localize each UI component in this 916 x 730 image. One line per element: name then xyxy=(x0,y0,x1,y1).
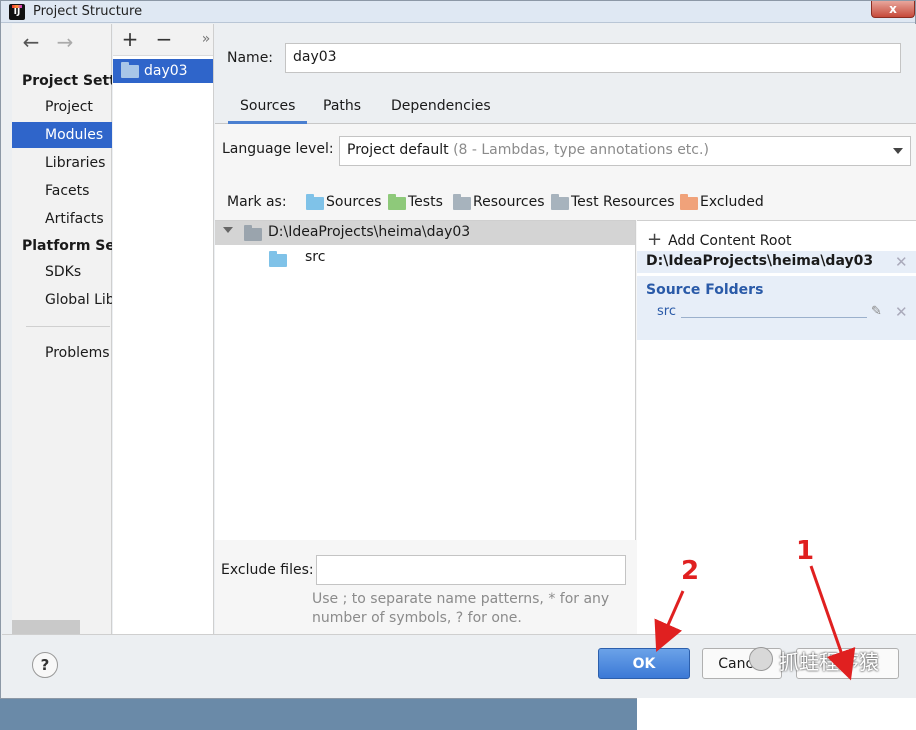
annotation-arrow-2 xyxy=(654,590,685,652)
annotation-overlay: 1 2 xyxy=(654,536,856,681)
annotation-number-1: 1 xyxy=(796,536,814,566)
annotation-arrow-1 xyxy=(809,565,856,681)
project-structure-window: IJ Project Structure x ← → Project Setti… xyxy=(0,0,916,730)
annotation-number-2: 2 xyxy=(681,556,699,586)
